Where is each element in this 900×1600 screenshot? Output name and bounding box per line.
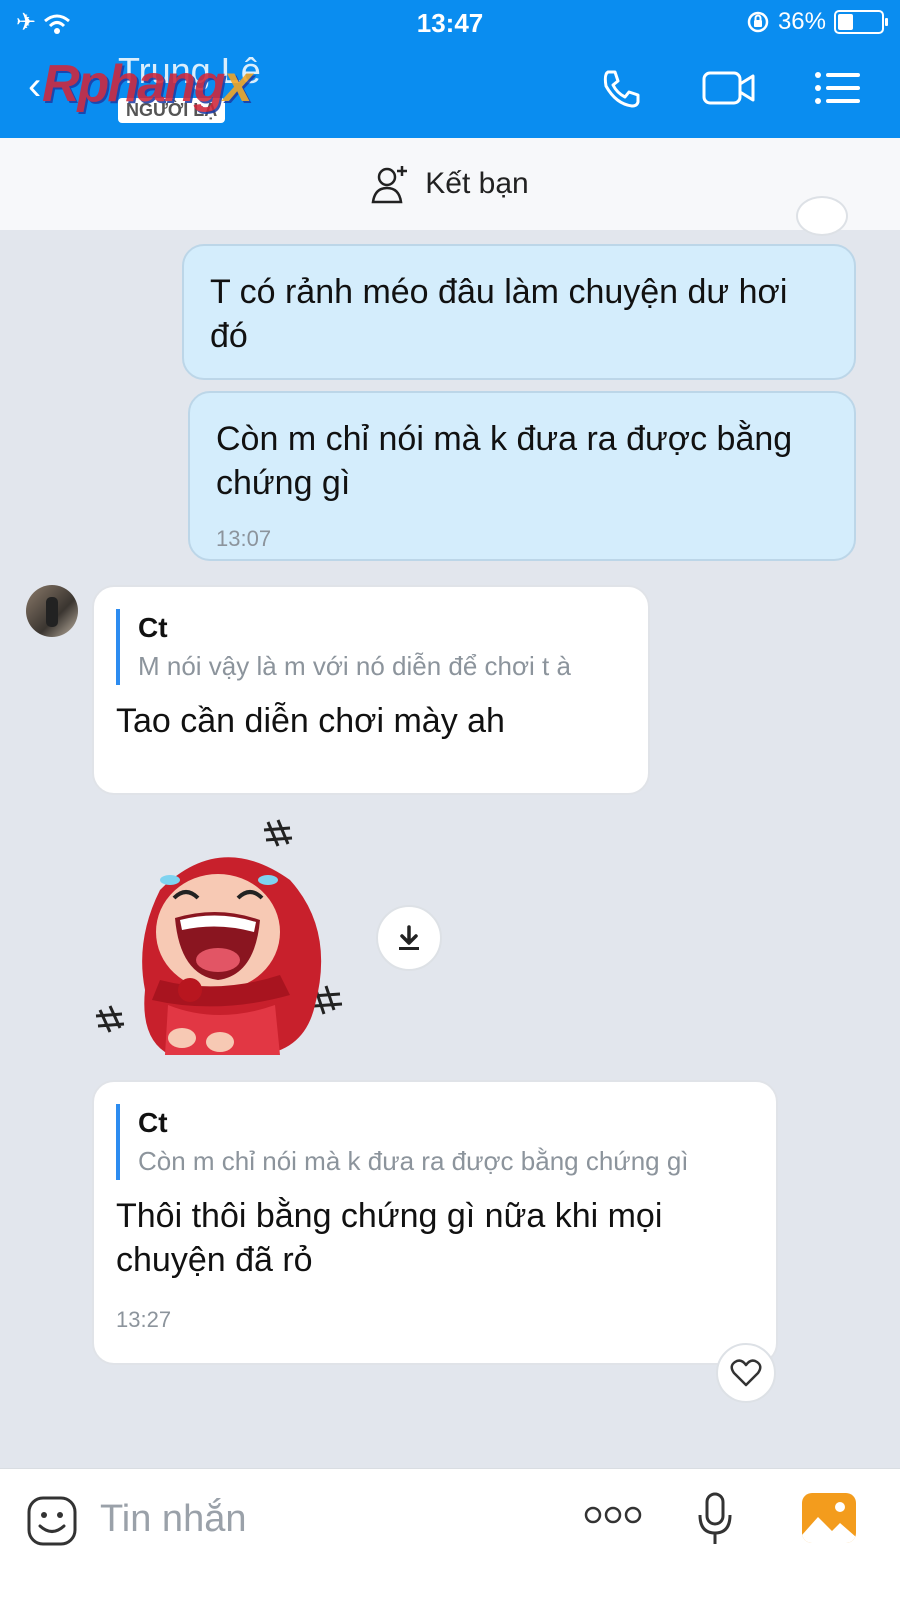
reply-quote[interactable]: Ct M nói vậy là m với nó diễn để chơi t … [116, 609, 626, 685]
react-heart-button[interactable] [716, 1343, 776, 1403]
download-sticker-button[interactable] [376, 905, 442, 971]
message-bubble-outgoing[interactable]: T có rảnh méo đâu làm chuyện dư hơi đó [182, 244, 856, 380]
message-text: Thôi thôi bằng chứng gì nữa khi mọi chuy… [116, 1197, 663, 1279]
quote-author: Ct [138, 1107, 168, 1138]
laughing-sticker[interactable] [90, 810, 370, 1070]
chat-header: ‹ Trung Lê NGƯỜI LẠ Rphangx [0, 44, 900, 138]
image-icon [802, 1502, 856, 1543]
add-friend-label: Kết bạn [425, 167, 529, 200]
message-time: 13:27 [116, 1307, 172, 1332]
more-options-icon[interactable] [584, 1505, 642, 1525]
message-input[interactable] [100, 1493, 540, 1545]
message-text: Tao cần diễn chơi mày ah [116, 702, 505, 740]
rotation-lock-icon [747, 11, 769, 33]
video-call-icon[interactable] [702, 69, 756, 107]
battery-icon [834, 10, 888, 34]
reaction-button-partial[interactable] [796, 196, 848, 236]
quote-text: Còn m chỉ nói mà k đưa ra được bằng chứn… [138, 1146, 689, 1176]
contact-avatar[interactable] [26, 585, 78, 637]
message-time: 13:07 [216, 526, 272, 551]
battery-fill [838, 14, 853, 30]
message-bubble-incoming[interactable]: Ct M nói vậy là m với nó diễn để chơi t … [92, 585, 650, 795]
add-friend-icon [371, 166, 408, 204]
add-friend-button[interactable]: Kết bạn [0, 138, 900, 230]
status-right-icons: 36% [746, 8, 888, 36]
message-input-bar [0, 1468, 900, 1600]
quote-text: M nói vậy là m với nó diễn để chơi t à [138, 651, 571, 681]
phone-icon[interactable] [600, 66, 644, 110]
quote-author: Ct [138, 612, 168, 643]
top-bar: ✈ 13:47 36% ‹ Trung Lê NGƯỜI LẠ Rphangx [0, 0, 900, 138]
heart-icon [730, 1359, 762, 1387]
message-bubble-incoming[interactable]: Ct Còn m chỉ nói mà k đưa ra được bằng c… [92, 1080, 778, 1365]
header-actions [600, 66, 860, 110]
menu-list-icon[interactable] [814, 70, 860, 106]
download-icon [399, 925, 419, 950]
message-bubble-outgoing[interactable]: Còn m chỉ nói mà k đưa ra được bằng chứn… [188, 391, 856, 561]
reply-quote[interactable]: Ct Còn m chỉ nói mà k đưa ra được bằng c… [116, 1104, 754, 1180]
emoji-icon[interactable] [26, 1495, 78, 1547]
image-picker-button[interactable] [802, 1493, 856, 1543]
message-text: T có rảnh méo đâu làm chuyện dư hơi đó [210, 273, 788, 355]
status-bar: ✈ 13:47 36% [0, 0, 900, 44]
watermark-logo: Rphangx [42, 55, 252, 113]
message-text: Còn m chỉ nói mà k đưa ra được bằng chứn… [216, 420, 793, 502]
microphone-icon[interactable] [696, 1491, 734, 1547]
battery-percent: 36% [777, 8, 826, 35]
